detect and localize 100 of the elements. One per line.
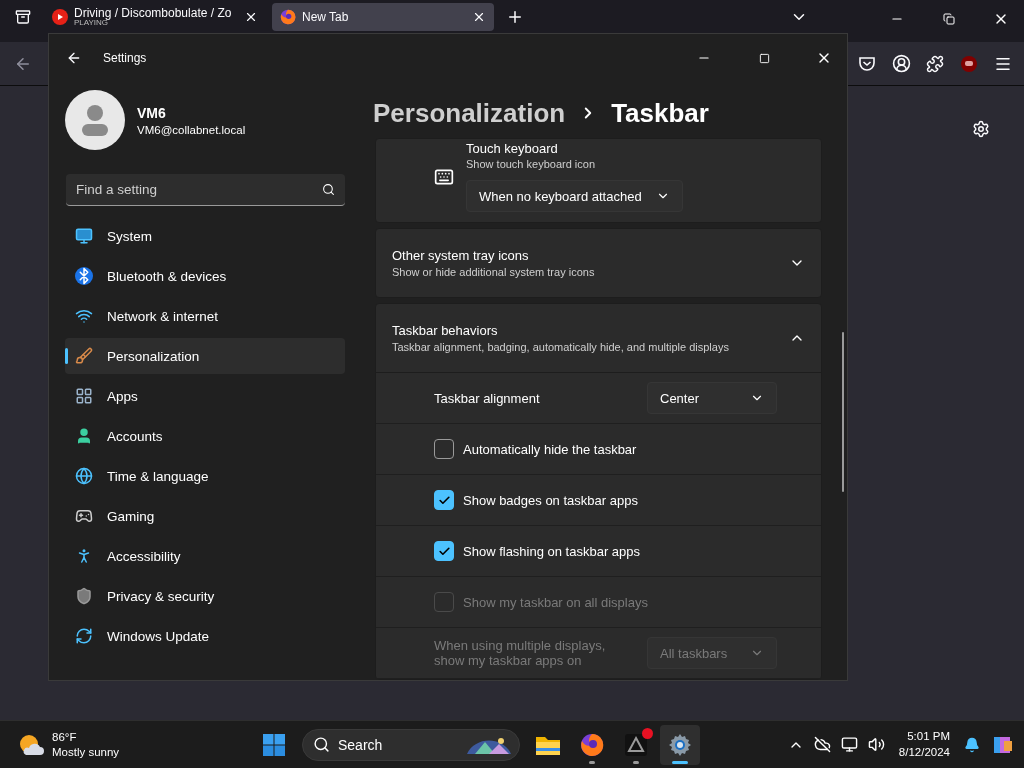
running-indicator (672, 760, 688, 764)
nav-label: Accessibility (107, 548, 181, 564)
placeholder-text: Find a setting (76, 182, 159, 197)
bluetooth-icon (75, 267, 93, 285)
user-name: VM6 (137, 104, 167, 121)
nav-item[interactable]: Time & language (65, 458, 345, 494)
cloud-off-icon[interactable] (813, 736, 831, 753)
settings-icon (972, 120, 990, 138)
nav-label: Apps (107, 388, 138, 404)
search-icon (313, 736, 330, 753)
nav-item[interactable]: Gaming (65, 498, 345, 534)
checkbox[interactable] (434, 439, 454, 459)
nav-label: System (107, 228, 152, 244)
brush-icon (75, 347, 93, 365)
breadcrumb[interactable]: Personalization (373, 97, 566, 129)
checkbox-label: Automatically hide the taskbar (463, 441, 637, 457)
gamepad-icon (75, 507, 93, 525)
update-icon (75, 627, 93, 645)
monitor-icon (75, 227, 93, 245)
browser-logo-icon (280, 9, 296, 25)
person-icon (75, 427, 93, 445)
placeholder-text: Search (338, 736, 384, 753)
checkbox[interactable] (434, 490, 454, 510)
close-icon[interactable] (472, 10, 486, 24)
card-title: Other system tray icons (392, 248, 530, 263)
user-email: VM6@collabnet.local (137, 123, 246, 136)
card-title: Taskbar behaviors (392, 323, 499, 338)
search-icon (322, 183, 335, 196)
running-indicator (633, 760, 639, 764)
bell-icon[interactable] (964, 736, 980, 753)
nav-label: Privacy & security (107, 588, 215, 604)
nav-label: Time & language (107, 468, 209, 484)
check-icon (437, 544, 451, 558)
clock-date[interactable]: 8/12/2024 (898, 744, 950, 760)
wifi-icon (75, 307, 93, 325)
globe-icon (75, 467, 93, 485)
clock-time[interactable]: 5:01 PM (907, 729, 950, 745)
pocket-icon (858, 54, 876, 73)
nav-label: Accounts (107, 428, 163, 444)
nav-item[interactable]: Accessibility (65, 538, 345, 574)
shield-icon (75, 587, 93, 605)
tab-title: New Tab (302, 11, 350, 23)
checkbox-label: Show my taskbar on all displays (463, 594, 648, 610)
check-icon (437, 493, 451, 507)
nav-item[interactable]: Privacy & security (65, 578, 345, 614)
checkbox[interactable] (434, 541, 454, 561)
notification-badge (642, 727, 653, 739)
setting-label: When using multiple displays, show my taskbar apps on (434, 638, 607, 668)
plus-icon (506, 8, 524, 26)
nav-item[interactable]: System (65, 218, 345, 254)
network-icon[interactable] (840, 736, 858, 753)
nav-item[interactable]: Bluetooth & devices (65, 258, 345, 294)
window-title: Settings (103, 51, 147, 65)
apps-grid-icon (75, 387, 93, 405)
tab-status: PLAYING (74, 19, 109, 27)
tab-list-icon (15, 9, 31, 25)
media-icon (52, 9, 68, 25)
temperature: 86°F (52, 730, 78, 745)
sun-cloud-icon (18, 732, 44, 757)
dropdown[interactable]: When no keyboard attached (466, 180, 683, 212)
maximize-icon (758, 52, 770, 64)
nav-item[interactable]: Network & internet (65, 298, 345, 334)
checkbox-label: Show badges on taskbar apps (463, 492, 638, 508)
restore-icon (943, 13, 955, 25)
close-icon[interactable] (244, 10, 258, 24)
shield-badge-icon (960, 54, 978, 73)
nav-item[interactable]: Windows Update (65, 618, 345, 654)
running-indicator (589, 760, 595, 764)
setting-label: Taskbar alignment (434, 390, 540, 406)
browser-tab[interactable]: New Tab (272, 3, 494, 31)
checkbox-label: Show flashing on taskbar apps (463, 543, 641, 559)
triangle-app-icon (625, 733, 647, 756)
nav-item[interactable]: Personalization (65, 338, 345, 374)
browser-logo-icon (580, 732, 604, 757)
dropdown[interactable]: Center (647, 382, 777, 414)
windows-logo-icon (263, 733, 285, 756)
volume-icon[interactable] (867, 736, 885, 753)
card-subtitle: Taskbar alignment, badging, automatically hide, and multiple displays (392, 341, 729, 353)
nav-item[interactable]: Accounts (65, 418, 345, 454)
nav-label: Network & internet (107, 308, 219, 324)
nav-label: Gaming (107, 508, 155, 524)
puzzle-icon (926, 54, 944, 73)
taskbar-app[interactable] (660, 724, 700, 765)
taskbar-search-field[interactable]: Search (302, 728, 520, 761)
card-subtitle: Show touch keyboard icon (466, 158, 597, 170)
card-subtitle: Show or hide additional system tray icons (392, 266, 595, 278)
weather-condition: Mostly sunny (52, 744, 120, 759)
nav-item[interactable]: Apps (65, 378, 345, 414)
breadcrumb: Taskbar (611, 97, 709, 129)
nav-label: Personalization (107, 348, 200, 364)
gear-icon (668, 732, 692, 757)
nav-label: Windows Update (107, 628, 210, 644)
avatar (65, 90, 125, 150)
account-icon (891, 54, 911, 73)
find-setting-field[interactable]: Find a setting (66, 174, 345, 206)
scrollbar-thumb[interactable] (842, 332, 844, 492)
browser-tab[interactable]: Driving / Discombobulate / Zo PLAYING (44, 3, 266, 31)
nav-label: Bluetooth & devices (107, 268, 227, 284)
card-title: Touch keyboard (466, 141, 559, 156)
tab-title: Driving / Discombobulate / Zo (74, 7, 233, 19)
